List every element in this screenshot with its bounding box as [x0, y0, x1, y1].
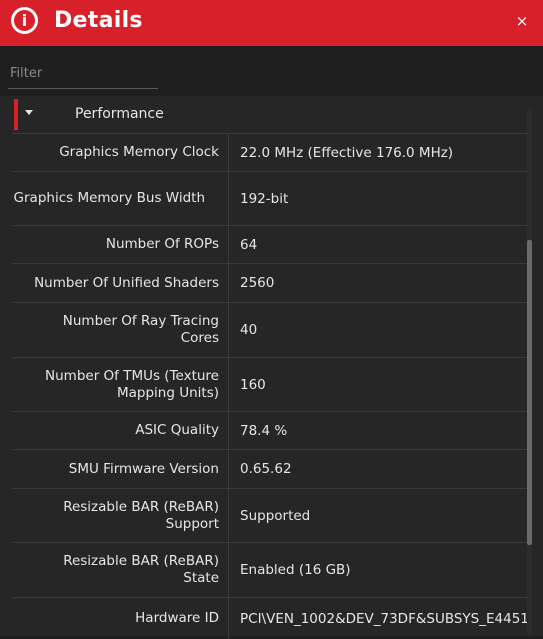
- row-value: PCI\VEN_1002&DEV_73DF&SUBSYS_E4451DA: [240, 610, 530, 627]
- row-label: Resizable BAR (ReBAR) State: [63, 553, 219, 586]
- row-label: Resizable BAR (ReBAR) Support: [63, 498, 219, 532]
- row-value: Supported: [240, 507, 311, 524]
- table-row: SMU Firmware Version 0.65.62: [12, 449, 530, 488]
- column-divider: [228, 412, 229, 449]
- column-divider: [228, 450, 229, 488]
- details-panel: Performance Graphics Memory Clock 22.0 M…: [0, 96, 543, 639]
- row-value: 0.65.62: [240, 461, 292, 477]
- table-row: Number Of Unified Shaders 2560: [12, 263, 530, 302]
- column-divider: [228, 134, 229, 171]
- table-row: Number Of TMUs (Texture Mapping Units) 1…: [12, 357, 530, 411]
- table-row: Resizable BAR (ReBAR) Support Supported: [12, 488, 530, 542]
- table-row: ASIC Quality 78.4 %: [12, 411, 530, 449]
- column-divider: [228, 543, 229, 597]
- window-title: Details: [54, 8, 143, 33]
- row-value: 78.4 %: [240, 422, 288, 439]
- column-divider: [228, 303, 229, 357]
- table-row: Hardware ID PCI\VEN_1002&DEV_73DF&SUBSYS…: [12, 597, 530, 639]
- row-label: Number Of TMUs (Texture Mapping Units): [45, 367, 219, 401]
- row-label: Number Of Ray Tracing Cores: [62, 313, 219, 346]
- table-row: Graphics Memory Clock 22.0 MHz (Effectiv…: [12, 133, 530, 171]
- row-label: Number Of Unified Shaders: [34, 274, 219, 291]
- row-value: 192-bit: [240, 190, 289, 207]
- section-accent-bar: [14, 99, 18, 130]
- close-button[interactable]: ×: [513, 12, 531, 30]
- section-label: Performance: [75, 106, 164, 122]
- row-label: Number Of ROPs: [105, 236, 219, 252]
- row-label: SMU Firmware Version: [68, 460, 219, 477]
- column-divider: [228, 172, 229, 225]
- row-label: Hardware ID: [135, 610, 219, 626]
- row-label: Graphics Memory Clock: [59, 144, 219, 160]
- column-divider: [228, 264, 229, 302]
- row-value: 22.0 MHz (Effective 176.0 MHz): [240, 144, 454, 161]
- table-row: Number Of Ray Tracing Cores 40: [12, 302, 530, 357]
- scrollbar-thumb[interactable]: [527, 240, 532, 545]
- table-row: Number Of ROPs 64: [12, 225, 530, 263]
- row-value: 2560: [240, 275, 275, 291]
- row-value: 40: [240, 322, 258, 338]
- filter-field[interactable]: [8, 58, 162, 89]
- row-value: Enabled (16 GB): [240, 562, 351, 578]
- info-icon: i: [11, 7, 38, 34]
- title-bar: i Details ×: [0, 0, 543, 46]
- column-divider: [228, 489, 229, 542]
- section-header-performance[interactable]: Performance: [12, 96, 530, 133]
- table-row: Graphics Memory Bus Width 192-bit: [12, 171, 530, 225]
- row-label: Graphics Memory Bus Width: [13, 190, 205, 206]
- column-divider: [228, 226, 229, 263]
- filter-input[interactable]: [8, 62, 162, 84]
- column-divider: [228, 598, 229, 639]
- row-label: ASIC Quality: [135, 422, 219, 438]
- row-value: 160: [240, 376, 266, 393]
- row-value: 64: [240, 236, 258, 253]
- table-row: Resizable BAR (ReBAR) State Enabled (16 …: [12, 542, 530, 597]
- caret-down-icon[interactable]: [25, 110, 33, 115]
- column-divider: [228, 358, 229, 411]
